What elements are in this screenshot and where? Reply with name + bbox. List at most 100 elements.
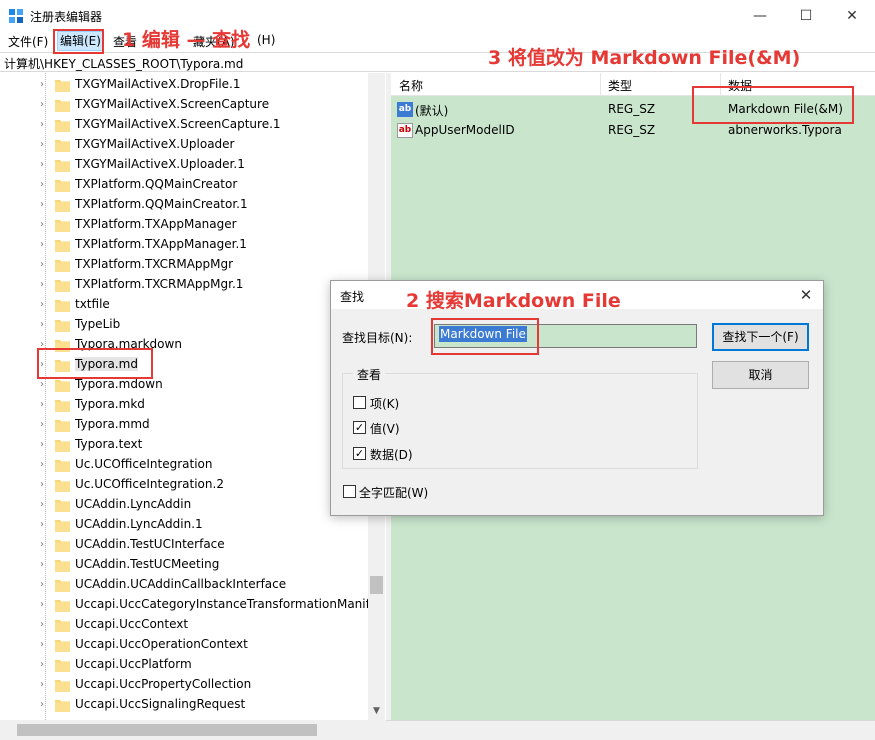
tree-item[interactable]: › TypeLib <box>0 315 368 335</box>
tree-item[interactable]: › Uccapi.UccContext <box>0 615 368 635</box>
cancel-button[interactable]: 取消 <box>712 361 809 389</box>
tree-item[interactable]: › Uccapi.UccSignalingRequest <box>0 695 368 715</box>
key-tree[interactable]: › TXGYMailActiveX.DropFile.1 › TXGYMailActi… <box>0 73 386 720</box>
expand-chevron-icon[interactable]: › <box>40 697 50 713</box>
folder-icon <box>55 100 70 112</box>
expand-chevron-icon[interactable]: › <box>40 317 50 333</box>
expand-chevron-icon[interactable]: › <box>40 77 50 93</box>
tree-item[interactable]: › Typora.mmd <box>0 415 368 435</box>
expand-chevron-icon[interactable]: › <box>40 557 50 573</box>
tree-item-label: Typora.mdown <box>75 377 163 391</box>
expand-chevron-icon[interactable]: › <box>40 117 50 133</box>
close-icon[interactable]: ✕ <box>793 281 819 309</box>
tree-item[interactable]: › TXGYMailActiveX.Uploader.1 <box>0 155 368 175</box>
expand-chevron-icon[interactable]: › <box>40 577 50 593</box>
tree-item[interactable]: › TXPlatform.QQMainCreator.1 <box>0 195 368 215</box>
value-row-appusermodelid[interactable]: ab AppUserModelID REG_SZ abnerworks.Typo… <box>391 121 875 141</box>
annotation-step1: 1 编辑 — 查找 <box>122 29 251 51</box>
expand-chevron-icon[interactable]: › <box>40 197 50 213</box>
expand-chevron-icon[interactable]: › <box>40 637 50 653</box>
match-whole-label[interactable]: 全字匹配(W) <box>359 484 428 501</box>
expand-chevron-icon[interactable]: › <box>40 177 50 193</box>
menu-help[interactable]: (H) <box>257 33 275 47</box>
tree-item[interactable]: › TXPlatform.TXAppManager.1 <box>0 235 368 255</box>
folder-icon <box>55 160 70 172</box>
keys-checkbox[interactable] <box>353 396 366 409</box>
tree-item[interactable]: › UCAddin.TestUCMeeting <box>0 555 368 575</box>
expand-chevron-icon[interactable]: › <box>40 297 50 313</box>
tree-item[interactable]: › TXGYMailActiveX.ScreenCapture <box>0 95 368 115</box>
tree-item-label: UCAddin.TestUCMeeting <box>75 557 220 571</box>
data-label[interactable]: 数据(D) <box>370 446 413 463</box>
expand-chevron-icon[interactable]: › <box>40 377 50 393</box>
value-name: (默认) <box>415 104 449 118</box>
tree-item[interactable]: › TXGYMailActiveX.Uploader <box>0 135 368 155</box>
expand-chevron-icon[interactable]: › <box>40 457 50 473</box>
tree-item-label: TXPlatform.TXCRMAppMgr.1 <box>75 277 244 291</box>
folder-icon <box>55 560 70 572</box>
data-checkbox[interactable]: ✓ <box>353 447 366 460</box>
close-button[interactable]: ✕ <box>829 0 875 31</box>
expand-chevron-icon[interactable]: › <box>40 677 50 693</box>
expand-chevron-icon[interactable]: › <box>40 397 50 413</box>
tree-item[interactable]: › Uccapi.UccOperationContext <box>0 635 368 655</box>
expand-chevron-icon[interactable]: › <box>40 97 50 113</box>
expand-chevron-icon[interactable]: › <box>40 237 50 253</box>
tree-item[interactable]: › Uccapi.UccCategoryInstanceTransformatio… <box>0 595 377 615</box>
tree-item[interactable]: › TXGYMailActiveX.DropFile.1 <box>0 75 368 95</box>
menu-file[interactable]: 文件(F) <box>8 33 48 50</box>
values-label[interactable]: 值(V) <box>370 420 400 437</box>
expand-chevron-icon[interactable]: › <box>40 537 50 553</box>
scrollbar-thumb[interactable] <box>370 576 383 594</box>
scroll-down-arrow-icon[interactable]: ▼ <box>368 703 385 720</box>
expand-chevron-icon[interactable]: › <box>40 617 50 633</box>
keys-label[interactable]: 项(K) <box>370 395 399 412</box>
expand-chevron-icon[interactable]: › <box>40 657 50 673</box>
expand-chevron-icon[interactable]: › <box>40 417 50 433</box>
values-checkbox[interactable]: ✓ <box>353 421 366 434</box>
expand-chevron-icon[interactable]: › <box>40 257 50 273</box>
folder-icon <box>55 520 70 532</box>
expand-chevron-icon[interactable]: › <box>40 497 50 513</box>
column-type[interactable]: 类型 <box>608 77 632 94</box>
expand-chevron-icon[interactable]: › <box>40 157 50 173</box>
tree-item[interactable]: › Typora.mkd <box>0 395 368 415</box>
expand-chevron-icon[interactable]: › <box>40 277 50 293</box>
annotation-box-edit-menu <box>53 29 104 54</box>
tree-item[interactable]: › TXPlatform.TXCRMAppMgr.1 <box>0 275 368 295</box>
expand-chevron-icon[interactable]: › <box>40 217 50 233</box>
tree-item[interactable]: › TXPlatform.QQMainCreator <box>0 175 368 195</box>
tree-item[interactable]: › UCAddin.UCAddinCallbackInterface <box>0 575 368 595</box>
tree-item[interactable]: › Uc.UCOfficeIntegration.2 <box>0 475 368 495</box>
tree-item[interactable]: › UCAddin.LyncAddin.1 <box>0 515 368 535</box>
expand-chevron-icon[interactable]: › <box>40 597 50 613</box>
tree-item[interactable]: › TXGYMailActiveX.ScreenCapture.1 <box>0 115 368 135</box>
expand-chevron-icon[interactable]: › <box>40 437 50 453</box>
hscroll-thumb[interactable] <box>17 724 317 736</box>
tree-item[interactable]: › UCAddin.TestUCInterface <box>0 535 368 555</box>
folder-icon <box>55 420 70 432</box>
tree-item[interactable]: › Uccapi.UccPlatform <box>0 655 368 675</box>
expand-chevron-icon[interactable]: › <box>40 477 50 493</box>
tree-item[interactable]: › TXPlatform.TXCRMAppMgr <box>0 255 368 275</box>
tree-item[interactable]: › Typora.text <box>0 435 368 455</box>
tree-item[interactable]: › Uc.UCOfficeIntegration <box>0 455 368 475</box>
tree-item-label: TXGYMailActiveX.Uploader.1 <box>75 157 245 171</box>
tree-item[interactable]: › TXPlatform.TXAppManager <box>0 215 368 235</box>
expand-chevron-icon[interactable]: › <box>40 137 50 153</box>
tree-item[interactable]: › Uccapi.UccPropertyCollection <box>0 675 368 695</box>
tree-horizontal-scrollbar[interactable] <box>0 720 386 740</box>
tree-item-label: TXGYMailActiveX.ScreenCapture.1 <box>75 117 281 131</box>
find-next-button[interactable]: 查找下一个(F) <box>712 323 809 351</box>
tree-item[interactable]: › txtfile <box>0 295 368 315</box>
minimize-button[interactable]: — <box>737 0 783 31</box>
match-whole-checkbox[interactable] <box>343 485 356 498</box>
tree-item-label: TXPlatform.TXAppManager.1 <box>75 237 247 251</box>
folder-icon <box>55 320 70 332</box>
column-name[interactable]: 名称 <box>399 77 423 94</box>
expand-chevron-icon[interactable]: › <box>40 517 50 533</box>
annotation-box-typora-md <box>37 348 153 379</box>
folder-icon <box>55 440 70 452</box>
tree-item[interactable]: › UCAddin.LyncAddin <box>0 495 368 515</box>
maximize-button[interactable]: ☐ <box>783 0 829 31</box>
